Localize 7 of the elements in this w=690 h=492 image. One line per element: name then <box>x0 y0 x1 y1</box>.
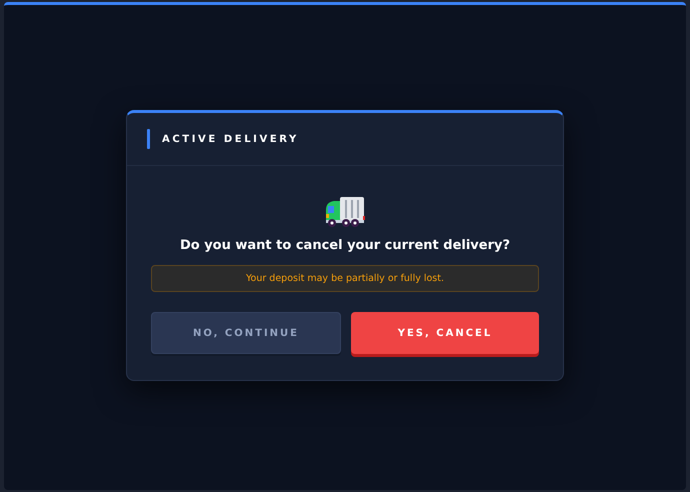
warning-message: Your deposit may be partially or fully lost. <box>151 265 539 292</box>
dialog-title: ACTIVE DELIVERY <box>162 134 299 144</box>
continue-button[interactable]: NO, CONTINUE <box>151 312 341 354</box>
truck-icon <box>324 196 366 228</box>
cancel-button[interactable]: YES, CANCEL <box>351 312 539 354</box>
accent-bar <box>147 129 150 149</box>
question-text: Do you want to cancel your current delivery? <box>180 238 510 253</box>
